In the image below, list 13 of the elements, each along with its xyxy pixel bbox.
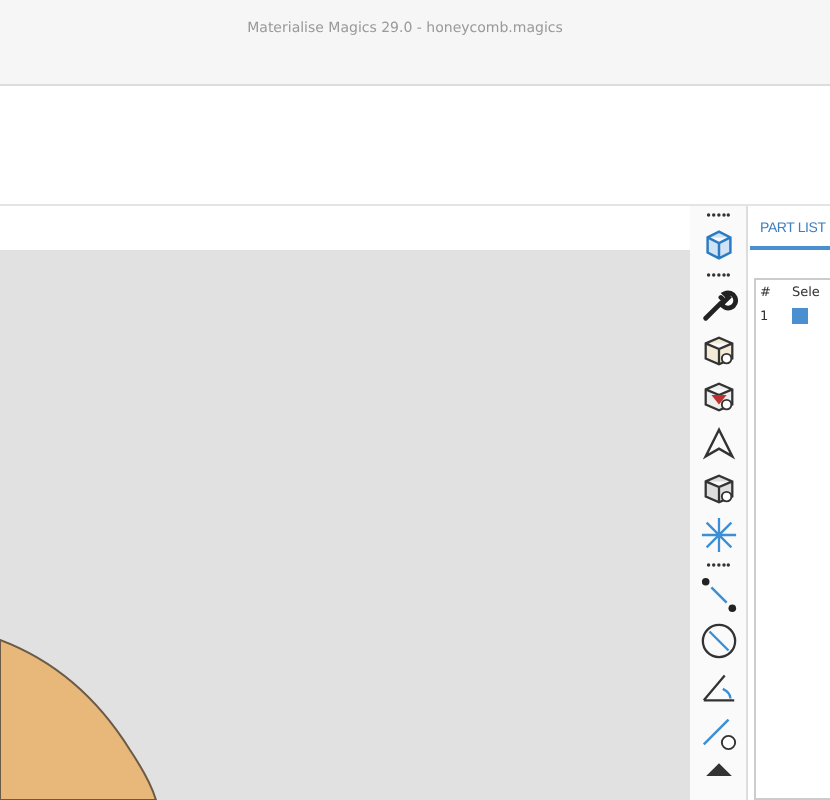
wrench-icon[interactable]	[699, 286, 737, 324]
line-measure-icon[interactable]	[699, 714, 737, 752]
toolbar-grip-icon[interactable]	[706, 272, 730, 278]
circle-measure-icon[interactable]	[699, 622, 737, 660]
cube-search-icon[interactable]	[699, 378, 737, 416]
star-burst-icon[interactable]	[699, 516, 737, 554]
toolbar-grip-icon[interactable]	[706, 562, 730, 568]
point-distance-icon[interactable]	[699, 576, 737, 614]
cube-search-icon[interactable]	[699, 470, 737, 508]
cube-search-icon[interactable]	[699, 332, 737, 370]
toolbar-grip-icon[interactable]	[706, 212, 730, 218]
triangle-icon[interactable]	[699, 424, 737, 462]
checkbox[interactable]	[792, 308, 808, 324]
